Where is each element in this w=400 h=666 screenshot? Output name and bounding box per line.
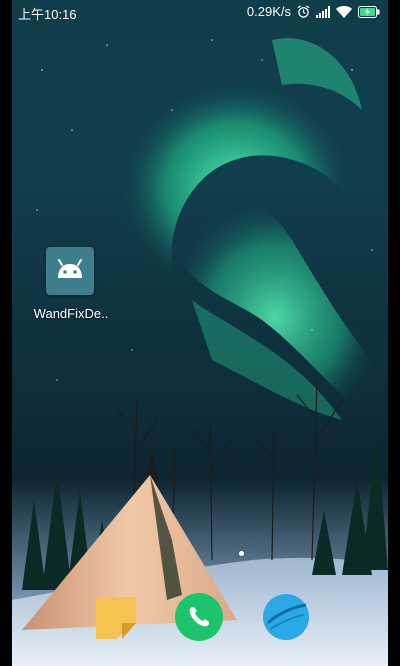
app-label[interactable]: WandFixDe.. <box>26 306 116 321</box>
dock-phone[interactable] <box>175 593 223 641</box>
status-bar: 上午10:16 0.29K/s <box>12 0 388 24</box>
status-time: 上午10:16 <box>18 7 77 22</box>
phone-icon <box>175 593 223 641</box>
app-wandfixdemo[interactable] <box>46 247 94 295</box>
home-screen: 上午10:16 0.29K/s WandFixDe.. <box>12 0 388 666</box>
page-indicator <box>239 551 244 556</box>
aurora <box>118 38 388 440</box>
dock-browser[interactable] <box>262 593 310 641</box>
battery-charging-icon <box>358 5 380 18</box>
signal-icon <box>316 5 330 18</box>
android-icon <box>58 259 82 278</box>
status-icons: 0.29K/s <box>247 4 380 19</box>
wallpaper <box>12 38 388 666</box>
browser-icon <box>263 594 309 640</box>
alarm-icon <box>297 5 310 18</box>
dock-notes[interactable] <box>92 593 140 641</box>
notes-icon <box>96 597 136 639</box>
wifi-icon <box>336 5 352 18</box>
network-speed: 0.29K/s <box>246 4 291 19</box>
